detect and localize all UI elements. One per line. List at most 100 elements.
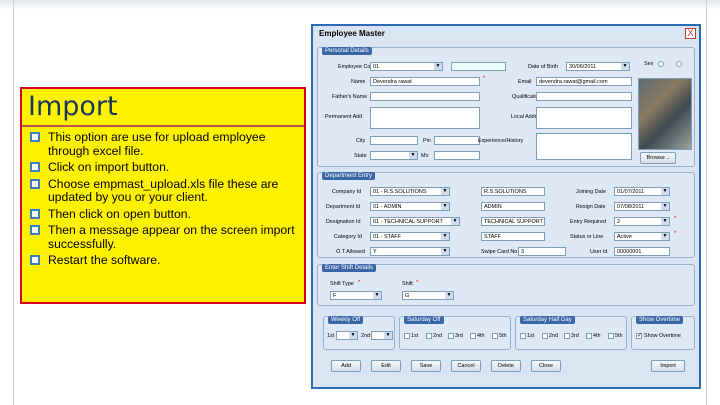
saturday-off-1st-checkbox[interactable] (404, 333, 410, 339)
shift-type-select[interactable]: F ▼ (330, 291, 382, 300)
experience-field[interactable] (536, 133, 632, 160)
chevron-down-icon[interactable]: ▼ (434, 63, 442, 70)
state-select[interactable]: ▼ (370, 151, 418, 160)
date-of-birth-label: Date of Birth (528, 64, 558, 70)
chevron-down-icon[interactable]: ▼ (349, 332, 357, 339)
chevron-down-icon[interactable]: ▼ (441, 188, 449, 195)
close-icon[interactable]: X (685, 28, 696, 39)
edit-button[interactable]: Edit (371, 360, 401, 372)
chevron-down-icon[interactable]: ▼ (409, 152, 417, 159)
permanent-address-field[interactable] (370, 107, 480, 129)
calendar-dropdown-icon[interactable]: ▼ (621, 63, 629, 70)
chevron-down-icon[interactable]: ▼ (441, 233, 449, 240)
check-label: 1st (527, 333, 535, 339)
designation-id-label: Designation Id (326, 219, 361, 225)
checkbox-bullet-icon (30, 225, 40, 235)
resign-date-field[interactable]: 07/08/2011 ▼ (614, 202, 670, 211)
required-marker: * (483, 76, 486, 82)
sex-female-radio[interactable] (676, 61, 682, 67)
check-label: 4th (477, 333, 485, 339)
sex-label: Sex (644, 61, 654, 67)
entry-required-select[interactable]: 2 ▼ (614, 217, 670, 226)
designation-id-select[interactable]: 01 - TECHNICAL SUPPORT ▼ (370, 217, 460, 226)
delete-button[interactable]: Delete (491, 360, 521, 372)
saturday-half-4th-checkbox[interactable] (586, 333, 592, 339)
shift-details-group: Enter Shift Details Shift Type * F ▼ Shif… (317, 264, 695, 306)
status-select[interactable]: Active ▼ (614, 232, 670, 241)
close-button[interactable]: Close (531, 360, 561, 372)
group-title: Department Entry (322, 172, 376, 180)
check-label: 4th (593, 333, 601, 339)
sex-male-radio[interactable] (658, 61, 664, 67)
required-marker: * (674, 231, 677, 237)
chevron-down-icon[interactable]: ▼ (384, 332, 392, 339)
saturday-half-2nd-checkbox[interactable] (542, 333, 548, 339)
department-id-label: Department Id (326, 204, 361, 210)
date-of-birth-field[interactable]: 30/06/2011 ▼ (566, 62, 630, 71)
experience-label: Experience/History (478, 138, 524, 144)
show-overtime-group: Show Overtime ✓ Show Overtime (631, 316, 695, 350)
user-id-field[interactable]: 00000001 (614, 247, 670, 256)
mobile-field[interactable] (434, 151, 480, 160)
chevron-down-icon[interactable]: ▼ (441, 248, 449, 255)
check-label: 1st (411, 333, 419, 339)
chevron-down-icon[interactable]: ▼ (445, 292, 453, 299)
permanent-add-label: Permanent Add (325, 114, 363, 120)
category-name-field[interactable]: STAFF (481, 232, 545, 241)
saturday-half-3rd-checkbox[interactable] (564, 333, 570, 339)
name-field[interactable]: Devendra rawat (370, 77, 480, 86)
add-button[interactable]: Add (331, 360, 361, 372)
designation-name-field[interactable]: TECHNICAL SUPPORT (481, 217, 545, 226)
list-item: Restart the software. (30, 253, 300, 268)
browse-button[interactable]: Browse .. (640, 152, 676, 164)
chevron-down-icon[interactable]: ▼ (451, 218, 459, 225)
chevron-down-icon[interactable]: ▼ (661, 233, 669, 240)
weekly-off-first-select[interactable]: ▼ (336, 331, 358, 340)
cancel-button[interactable]: Cancel (451, 360, 481, 372)
ot-allowed-select[interactable]: Y ▼ (370, 247, 450, 256)
calendar-dropdown-icon[interactable]: ▼ (661, 188, 669, 195)
company-id-label: Company Id (332, 189, 362, 195)
saturday-off-3rd-checkbox[interactable] (448, 333, 454, 339)
city-field[interactable] (370, 136, 418, 145)
saturday-half-1st-checkbox[interactable] (520, 333, 526, 339)
save-button[interactable]: Save (411, 360, 441, 372)
qualification-field[interactable] (536, 92, 632, 101)
company-name-field[interactable]: R.S.SOLUTIONS (481, 187, 545, 196)
category-id-select[interactable]: 01 - STAFF ▼ (370, 232, 450, 241)
shift-label: Shift (402, 281, 413, 287)
import-button[interactable]: Import (651, 360, 685, 372)
personal-details-group: Personal Details Employee Code 01 ▼ Name … (317, 47, 695, 167)
pin-label: Pin (423, 138, 431, 144)
chevron-down-icon[interactable]: ▼ (373, 292, 381, 299)
check-label: 2nd (549, 333, 558, 339)
department-id-select[interactable]: 01 - ADMIN ▼ (370, 202, 450, 211)
chevron-down-icon[interactable]: ▼ (661, 218, 669, 225)
chevron-down-icon[interactable]: ▼ (441, 203, 449, 210)
fathers-name-field[interactable] (370, 92, 480, 101)
fathers-name-label: Father's Name (332, 94, 368, 100)
saturday-half-5th-checkbox[interactable] (608, 333, 614, 339)
employee-code-extra-field[interactable] (451, 62, 506, 71)
checkbox-bullet-icon (30, 178, 40, 189)
employee-code-field[interactable]: 01 ▼ (370, 62, 443, 71)
show-overtime-checkbox[interactable]: ✓ (636, 333, 642, 339)
calendar-dropdown-icon[interactable]: ▼ (661, 203, 669, 210)
required-marker: * (416, 280, 419, 286)
email-label: Email (518, 79, 532, 85)
saturday-off-5th-checkbox[interactable] (492, 333, 498, 339)
local-address-field[interactable] (536, 107, 632, 129)
saturday-off-2nd-checkbox[interactable] (426, 333, 432, 339)
joining-date-field[interactable]: 01/07/2011 ▼ (614, 187, 670, 196)
second-label: 2nd (361, 333, 370, 339)
saturday-off-group: Saturday Off 1st 2nd 3rd 4th 5th (399, 316, 511, 350)
pin-field[interactable] (434, 136, 480, 145)
department-name-field[interactable]: ADMIN (481, 202, 545, 211)
saturday-off-4th-checkbox[interactable] (470, 333, 476, 339)
email-field[interactable]: devendra.rawat@gmail.com (536, 77, 632, 86)
company-id-select[interactable]: 01 - R.S.SOLUTIONS ▼ (370, 187, 450, 196)
group-title: Saturday Off (404, 316, 444, 324)
shift-select[interactable]: G ▼ (402, 291, 454, 300)
weekly-off-second-select[interactable]: ▼ (371, 331, 393, 340)
swipe-card-field[interactable]: 3 (518, 247, 566, 256)
